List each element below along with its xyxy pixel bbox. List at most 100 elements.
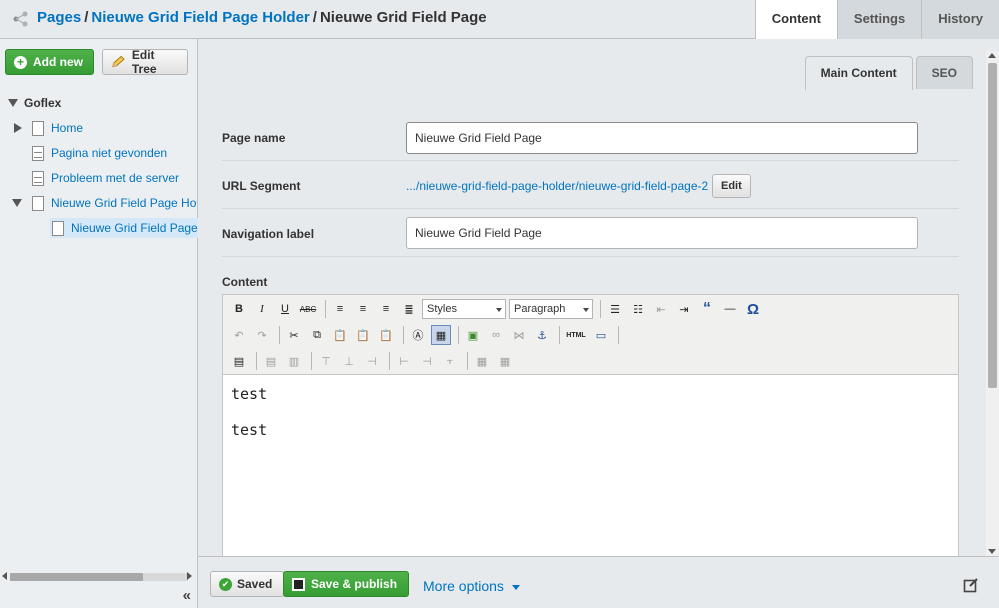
table-row-props-icon[interactable]: ▤ xyxy=(261,351,281,371)
fullscreen-icon[interactable]: ▭ xyxy=(591,325,611,345)
tree-node-server-error[interactable]: Probleem met de server xyxy=(32,168,179,188)
delete-row-icon[interactable]: ⊣ xyxy=(362,351,382,371)
collapse-panel-icon[interactable]: « xyxy=(183,587,191,604)
copy-icon[interactable]: ⧉ xyxy=(307,325,327,345)
underline-icon[interactable]: U xyxy=(275,299,295,319)
anchor-icon[interactable]: ⚓ xyxy=(532,325,552,345)
breadcrumb: Pages / Nieuwe Grid Field Page Holder / Nieu… xyxy=(37,9,487,26)
tree-horizontal-scrollbar[interactable] xyxy=(0,570,198,582)
align-justify-icon[interactable]: ≣ xyxy=(399,299,419,319)
tree-node-current[interactable]: Nieuwe Grid Field Page xyxy=(50,218,198,238)
unlink-icon[interactable]: ⋈ xyxy=(509,325,529,345)
outdent-icon[interactable]: ⇤ xyxy=(651,299,671,319)
action-bar: ✔ Saved Save & publish More options xyxy=(198,556,999,608)
form-vertical-scrollbar[interactable] xyxy=(986,51,999,556)
align-left-icon[interactable]: ≡ xyxy=(330,299,350,319)
scroll-thumb[interactable] xyxy=(988,63,997,388)
content-label: Content xyxy=(222,275,268,289)
blockquote-icon[interactable]: “ xyxy=(697,299,717,319)
navigation-label-row: Navigation label Nieuwe Grid Field Page xyxy=(222,209,959,257)
align-center-icon[interactable]: ≡ xyxy=(353,299,373,319)
row-after-icon[interactable]: ⊥ xyxy=(339,351,359,371)
url-segment-link[interactable]: .../nieuwe-grid-field-page-holder/nieuwe… xyxy=(406,179,708,193)
editor-content[interactable]: test test xyxy=(231,385,267,457)
tree-node-label: Probleem met de server xyxy=(51,171,180,185)
tab-history[interactable]: History xyxy=(921,0,999,39)
tree-node-goflex[interactable]: Goflex xyxy=(8,93,61,113)
toolbar-divider xyxy=(467,352,468,370)
format-select[interactable]: Paragraph xyxy=(509,299,593,319)
bullet-list-icon[interactable]: ☰ xyxy=(605,299,625,319)
merge-cells-icon[interactable]: ▦ xyxy=(495,351,515,371)
edit-tree-label: Edit Tree xyxy=(131,48,157,76)
toolbar-divider xyxy=(618,326,619,344)
expand-arrow-icon[interactable] xyxy=(8,99,18,107)
tree-node-holder[interactable]: Nieuwe Grid Field Page Ho xyxy=(12,193,196,213)
scroll-thumb[interactable] xyxy=(10,573,143,581)
toolbar-divider xyxy=(458,326,459,344)
indent-icon[interactable]: ⇥ xyxy=(674,299,694,319)
breadcrumb-holder[interactable]: Nieuwe Grid Field Page Holder xyxy=(91,9,309,26)
collapse-arrow-icon[interactable] xyxy=(14,123,22,133)
paste-text-icon[interactable]: 📋 xyxy=(353,325,373,345)
table-cell-props-icon[interactable]: ▥ xyxy=(284,351,304,371)
scroll-left-icon[interactable] xyxy=(2,572,7,580)
html-source-icon[interactable]: HTML xyxy=(564,325,588,345)
add-new-label: Add new xyxy=(33,55,83,69)
tree-node-home[interactable]: Home xyxy=(14,118,83,138)
col-after-icon[interactable]: ⊣ xyxy=(417,351,437,371)
align-right-icon[interactable]: ≡ xyxy=(376,299,396,319)
table-edit-icon[interactable]: ▤ xyxy=(229,351,249,371)
content-paragraph: test xyxy=(231,385,268,403)
delete-col-icon[interactable]: ⫟ xyxy=(440,351,460,371)
italic-icon[interactable]: I xyxy=(252,299,272,319)
tab-settings[interactable]: Settings xyxy=(836,0,922,39)
bold-icon[interactable]: B xyxy=(229,299,249,319)
split-cells-icon[interactable]: ▦ xyxy=(472,351,492,371)
scroll-up-icon[interactable] xyxy=(988,53,996,58)
tree-node-label: Pagina niet gevonden xyxy=(51,146,168,160)
col-before-icon[interactable]: ⊢ xyxy=(394,351,414,371)
paste-word-icon[interactable]: 📋 xyxy=(376,325,396,345)
grid-page-icon xyxy=(52,220,64,236)
saved-button[interactable]: ✔ Saved xyxy=(210,571,284,597)
styles-select[interactable]: Styles xyxy=(422,299,506,319)
row-before-icon[interactable]: ⊤ xyxy=(316,351,336,371)
tab-content[interactable]: Content xyxy=(754,0,837,40)
special-char-icon[interactable]: Ω xyxy=(743,299,763,319)
tree-node-label: Nieuwe Grid Field Page Ho xyxy=(51,196,197,210)
expand-arrow-icon[interactable] xyxy=(12,199,22,207)
scroll-right-icon[interactable] xyxy=(187,572,192,580)
tab-main-content[interactable]: Main Content xyxy=(804,56,913,90)
insert-image-icon[interactable]: ▣ xyxy=(463,325,483,345)
cut-icon[interactable]: ✂ xyxy=(284,325,304,345)
save-publish-button[interactable]: Save & publish xyxy=(283,571,409,597)
select-all-icon[interactable]: Ⓐ xyxy=(408,325,428,345)
breadcrumb-pages[interactable]: Pages xyxy=(37,9,81,26)
visual-aid-icon[interactable]: ▦ xyxy=(431,325,451,345)
toolbar-divider xyxy=(325,300,326,318)
add-new-button[interactable]: + Add new xyxy=(5,49,94,75)
page-name-input[interactable]: Nieuwe Grid Field Page xyxy=(406,122,918,154)
navigation-label-input[interactable]: Nieuwe Grid Field Page xyxy=(406,217,918,249)
strikethrough-icon[interactable]: ABC xyxy=(298,299,318,319)
toolbar-divider xyxy=(389,352,390,370)
tab-seo[interactable]: SEO xyxy=(915,56,973,89)
tree-node-not-found[interactable]: Pagina niet gevonden xyxy=(32,143,167,163)
url-edit-button[interactable]: Edit xyxy=(712,174,751,198)
scroll-down-icon[interactable] xyxy=(988,549,996,554)
edit-tree-button[interactable]: Edit Tree xyxy=(102,48,188,76)
preview-edit-icon[interactable] xyxy=(963,577,979,593)
header: Pages / Nieuwe Grid Field Page Holder / Nieu… xyxy=(0,0,999,40)
site-tree-panel: + Add new Edit Tree Goflex Home Pagina n… xyxy=(0,39,198,608)
page-icon xyxy=(32,195,44,211)
horizontal-rule-icon[interactable]: — xyxy=(720,299,740,319)
redo-icon[interactable]: ↷ xyxy=(252,325,272,345)
more-options-button[interactable]: More options xyxy=(423,578,520,594)
undo-icon[interactable]: ↶ xyxy=(229,325,249,345)
paste-icon[interactable]: 📋 xyxy=(330,325,350,345)
publish-label: Save & publish xyxy=(311,577,398,591)
numbered-list-icon[interactable]: ☷ xyxy=(628,299,648,319)
error-page-icon xyxy=(32,145,44,161)
link-icon[interactable]: ∞ xyxy=(486,325,506,345)
